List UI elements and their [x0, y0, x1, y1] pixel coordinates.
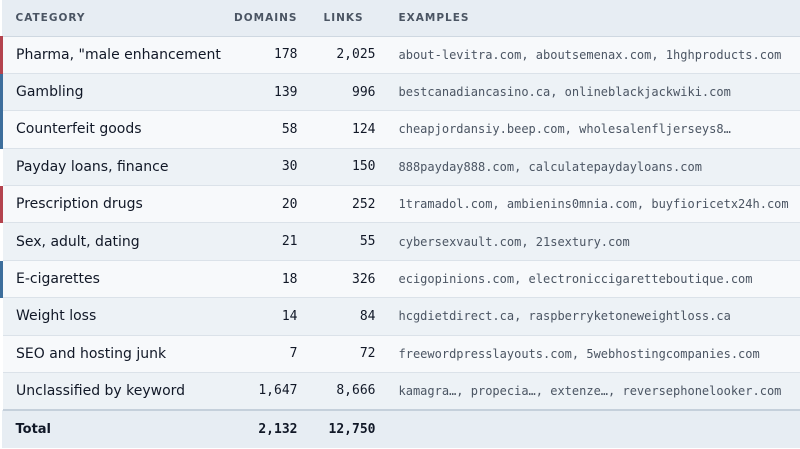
header-category[interactable]: CATEGORY	[1, 0, 222, 37]
table-header-row: CATEGORY DOMAINS LINKS EXAMPLES	[1, 0, 800, 37]
links-cell: 55	[303, 222, 384, 261]
examples-cell: 1tramadol.com, ambienins0mnia.com, buyfi…	[383, 185, 800, 224]
table-row: Sex, adult, dating 21 55 cybersexvault.c…	[1, 222, 800, 261]
examples-cell: bestcanadiancasino.ca, onlineblackjackwi…	[383, 73, 800, 112]
table-row: E-cigarettes 18 326 ecigopinions.com, el…	[0, 260, 800, 299]
category-cell: Pharma, "male enhancement"	[0, 36, 222, 74]
header-examples[interactable]: EXAMPLES	[383, 0, 800, 37]
examples-cell: ecigopinions.com, electroniccigarettebou…	[383, 260, 800, 299]
domains-cell: 14	[221, 297, 304, 336]
links-cell: 252	[303, 185, 384, 224]
table-row: SEO and hosting junk 7 72 freewordpressl…	[1, 335, 800, 374]
examples-cell: cybersexvault.com, 21sextury.com	[383, 222, 800, 261]
category-cell: Gambling	[0, 73, 222, 112]
category-cell: E-cigarettes	[0, 260, 222, 299]
category-cell: Weight loss	[1, 297, 222, 336]
header-links[interactable]: LINKS	[303, 0, 384, 37]
total-examples-empty	[383, 408, 800, 448]
domains-cell: 58	[221, 110, 304, 149]
category-cell: Counterfeit goods	[0, 110, 222, 149]
domains-cell: 20	[221, 185, 304, 224]
table-row: Payday loans, finance 30 150 888payday88…	[1, 148, 800, 187]
links-cell: 8,666	[303, 372, 384, 411]
domains-cell: 1,647	[221, 372, 304, 411]
domains-cell: 21	[221, 222, 304, 261]
links-cell: 124	[303, 110, 384, 149]
category-cell: Prescription drugs	[0, 185, 222, 224]
table-row: Pharma, "male enhancement" 178 2,025 abo…	[0, 36, 800, 74]
table-body: Pharma, "male enhancement" 178 2,025 abo…	[0, 36, 800, 411]
total-links: 12,750	[303, 408, 384, 448]
table-row: Unclassified by keyword 1,647 8,666 kama…	[1, 372, 800, 411]
domains-cell: 139	[221, 73, 304, 112]
total-row: Total 2,132 12,750	[1, 408, 800, 448]
table-row: Counterfeit goods 58 124 cheapjordansiy.…	[0, 110, 800, 149]
category-cell: SEO and hosting junk	[1, 335, 222, 374]
links-cell: 326	[303, 260, 384, 299]
table-row: Prescription drugs 20 252 1tramadol.com,…	[0, 185, 800, 224]
category-table: CATEGORY DOMAINS LINKS EXAMPLES Pharma, …	[0, 0, 800, 448]
links-cell: 84	[303, 297, 384, 336]
total-label: Total	[1, 408, 222, 448]
domains-cell: 7	[221, 335, 304, 374]
domains-cell: 178	[221, 36, 304, 74]
examples-cell: cheapjordansiy.beep.com, wholesalenfljer…	[383, 110, 800, 149]
links-cell: 72	[303, 335, 384, 374]
domains-cell: 18	[221, 260, 304, 299]
links-cell: 150	[303, 148, 384, 187]
examples-cell: kamagra…, propecia…, extenze…, reverseph…	[383, 372, 800, 411]
links-cell: 2,025	[303, 36, 384, 74]
category-cell: Payday loans, finance	[1, 148, 222, 187]
table-row: Gambling 139 996 bestcanadiancasino.ca, …	[0, 73, 800, 112]
table-row: Weight loss 14 84 hcgdietdirect.ca, rasp…	[1, 297, 800, 336]
total-domains: 2,132	[221, 408, 304, 448]
examples-cell: 888payday888.com, calculatepaydayloans.c…	[383, 148, 800, 187]
category-cell: Sex, adult, dating	[1, 222, 222, 261]
domains-cell: 30	[221, 148, 304, 187]
examples-cell: hcgdietdirect.ca, raspberryketoneweightl…	[383, 297, 800, 336]
examples-cell: freewordpresslayouts.com, 5webhostingcom…	[383, 335, 800, 374]
examples-cell: about-levitra.com, aboutsemenax.com, 1hg…	[383, 36, 800, 74]
category-cell: Unclassified by keyword	[1, 372, 222, 411]
links-cell: 996	[303, 73, 384, 112]
header-domains[interactable]: DOMAINS	[221, 0, 304, 37]
